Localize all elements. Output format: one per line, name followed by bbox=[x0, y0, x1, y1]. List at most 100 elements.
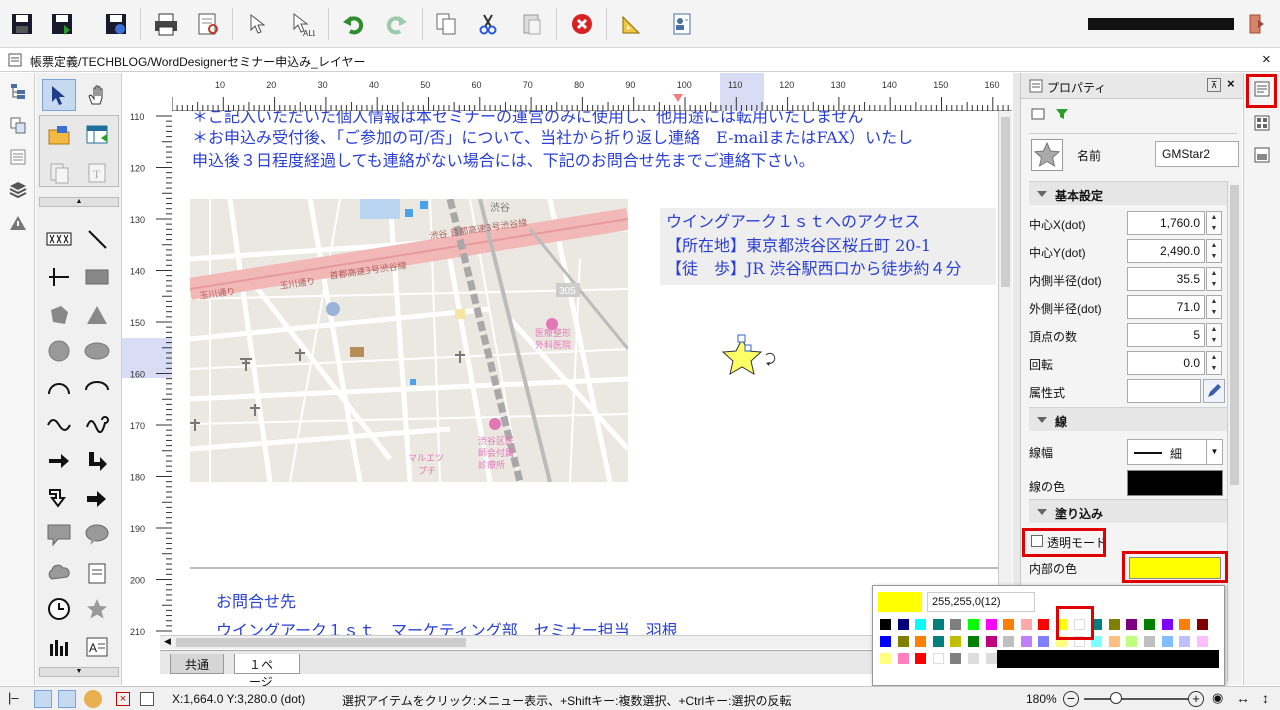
save-preview-icon[interactable] bbox=[98, 6, 134, 42]
redo-icon[interactable] bbox=[378, 6, 414, 42]
bent-arrow-tool-icon[interactable] bbox=[80, 445, 114, 477]
select-all-icon[interactable]: ALL bbox=[284, 6, 320, 42]
scroll-down-icon[interactable]: ▼ bbox=[39, 667, 119, 677]
spinner-icon[interactable]: ▲ ▼ bbox=[1206, 239, 1222, 263]
filter-icon[interactable] bbox=[1055, 107, 1069, 121]
arrow-right-tool-icon[interactable] bbox=[42, 445, 76, 477]
grid-snap-icon[interactable] bbox=[34, 690, 52, 708]
property-input[interactable]: 35.5 bbox=[1127, 267, 1205, 291]
ellipse-arc-tool-icon[interactable] bbox=[80, 371, 114, 403]
arc-tool-icon[interactable] bbox=[42, 371, 76, 403]
color-swatch[interactable] bbox=[932, 636, 944, 647]
chart-tool-icon[interactable] bbox=[42, 631, 76, 663]
corner-arrow-tool-icon[interactable] bbox=[42, 483, 76, 515]
color-swatch[interactable] bbox=[880, 653, 891, 664]
attr-input[interactable] bbox=[1127, 379, 1201, 403]
preview-icon[interactable] bbox=[1252, 145, 1272, 165]
paste-icon[interactable] bbox=[514, 6, 550, 42]
curve-tool-icon[interactable] bbox=[80, 407, 114, 439]
select-tool-icon[interactable] bbox=[42, 79, 76, 111]
rectangle-tool-icon[interactable] bbox=[80, 261, 114, 293]
line-color-swatch[interactable] bbox=[1127, 470, 1223, 496]
color-swatch[interactable] bbox=[968, 653, 979, 664]
line-tool-icon[interactable] bbox=[80, 223, 114, 255]
color-swatch[interactable] bbox=[1144, 619, 1155, 630]
exit-icon[interactable] bbox=[1240, 6, 1276, 42]
clock-tool-icon[interactable] bbox=[42, 593, 76, 625]
color-swatch[interactable] bbox=[968, 619, 979, 630]
section-basic[interactable]: 基本設定 bbox=[1029, 181, 1229, 205]
zoom-slider-handle[interactable] bbox=[1110, 692, 1122, 704]
list-icon[interactable] bbox=[6, 145, 30, 169]
edit-pencil-icon[interactable] bbox=[1203, 379, 1225, 403]
color-swatch[interactable] bbox=[1020, 636, 1032, 647]
close-tab-icon[interactable]: × bbox=[1262, 51, 1271, 68]
access-info-box[interactable]: ウイングアーク１ｓｔへのアクセス 【所在地】東京都渋谷区桜丘町 20-1 【徒 … bbox=[660, 208, 996, 285]
color-swatch[interactable] bbox=[932, 619, 944, 630]
color-value-field[interactable]: 255,255,0(12) bbox=[927, 592, 1035, 612]
id-card-icon[interactable] bbox=[664, 6, 700, 42]
color-swatch[interactable] bbox=[1003, 636, 1015, 647]
property-input[interactable]: 71.0 bbox=[1127, 295, 1205, 319]
text-frame-icon[interactable]: T bbox=[80, 157, 114, 189]
property-input[interactable]: 1,760.0 bbox=[1127, 211, 1205, 235]
spinner-icon[interactable]: ▲ ▼ bbox=[1206, 295, 1222, 319]
spinner-icon[interactable]: ▲ ▼ bbox=[1206, 211, 1222, 235]
access-map-image[interactable]: 305 渋谷 医療整形 外科医院 渋谷区医 師会付属 診療所 マルエツ プチ 玉… bbox=[190, 199, 628, 482]
color-swatch[interactable] bbox=[1161, 619, 1173, 630]
color-swatch[interactable] bbox=[1196, 636, 1208, 647]
color-swatch[interactable] bbox=[1020, 619, 1032, 630]
text-tool-icon[interactable]: A bbox=[80, 631, 114, 663]
hand-tool-icon[interactable] bbox=[80, 79, 114, 111]
indent-icon[interactable]: |– bbox=[8, 690, 19, 705]
tab-page-1[interactable]: １ページ bbox=[234, 654, 300, 689]
section-fill[interactable]: 塗り込み bbox=[1029, 499, 1229, 523]
name-input[interactable]: GMStar2 bbox=[1155, 141, 1239, 167]
print-preview-icon[interactable] bbox=[190, 6, 226, 42]
color-swatch[interactable] bbox=[985, 653, 997, 664]
color-swatch[interactable] bbox=[985, 636, 997, 647]
palette-icon[interactable] bbox=[84, 690, 102, 708]
spinner-icon[interactable]: ▲ ▼ bbox=[1206, 267, 1222, 291]
color-swatch[interactable] bbox=[1179, 619, 1191, 630]
circle-tool-icon[interactable] bbox=[42, 335, 76, 367]
cut-icon[interactable] bbox=[470, 6, 506, 42]
color-swatch[interactable] bbox=[932, 653, 944, 664]
color-swatch[interactable] bbox=[880, 619, 891, 630]
color-swatch[interactable] bbox=[1003, 619, 1015, 630]
tab-common[interactable]: 共通 bbox=[170, 654, 225, 674]
split-arrow-tool-icon[interactable] bbox=[80, 483, 114, 515]
star-tool-icon[interactable] bbox=[80, 593, 114, 625]
design-canvas[interactable]: ＊ご記入いただいた個人情報は本セミナーの運営のみに使用し、他用途には転用いたしま… bbox=[172, 111, 1012, 635]
selected-star-shape[interactable] bbox=[716, 333, 780, 383]
color-swatch[interactable] bbox=[1126, 636, 1138, 647]
line-width-select[interactable]: 細 ▼ bbox=[1127, 439, 1223, 465]
frame-icon[interactable] bbox=[1031, 107, 1045, 121]
table-icon[interactable] bbox=[80, 119, 114, 151]
stop-icon[interactable]: × bbox=[116, 692, 130, 706]
zoom-slider[interactable] bbox=[1084, 698, 1188, 700]
color-swatch[interactable] bbox=[1179, 636, 1191, 647]
scroll-up-icon[interactable]: ▲ bbox=[39, 197, 119, 207]
color-swatch[interactable] bbox=[950, 653, 962, 664]
memo-tool-icon[interactable] bbox=[80, 557, 114, 589]
property-input[interactable]: 0.0 bbox=[1127, 351, 1205, 375]
save-icon[interactable] bbox=[4, 6, 40, 42]
copy-icon[interactable] bbox=[428, 6, 464, 42]
warning-icon[interactable] bbox=[6, 211, 30, 235]
color-swatch[interactable] bbox=[1038, 619, 1050, 630]
barcode-tool-icon[interactable] bbox=[42, 223, 76, 255]
color-swatch[interactable] bbox=[915, 636, 927, 647]
tree-icon[interactable] bbox=[6, 79, 30, 103]
triangle-tool-icon[interactable] bbox=[80, 299, 114, 331]
color-swatch[interactable] bbox=[1108, 636, 1120, 647]
color-swatch[interactable] bbox=[950, 636, 962, 647]
color-swatch[interactable] bbox=[1108, 619, 1120, 630]
color-swatch[interactable] bbox=[1161, 636, 1173, 647]
color-swatch[interactable] bbox=[1126, 619, 1138, 630]
panel-close-icon[interactable]: × bbox=[1227, 76, 1235, 91]
save-as-icon[interactable] bbox=[44, 6, 80, 42]
layers-icon[interactable] bbox=[6, 177, 30, 201]
polygon-tool-icon[interactable] bbox=[42, 299, 76, 331]
blank-toggle-icon[interactable] bbox=[140, 692, 154, 706]
